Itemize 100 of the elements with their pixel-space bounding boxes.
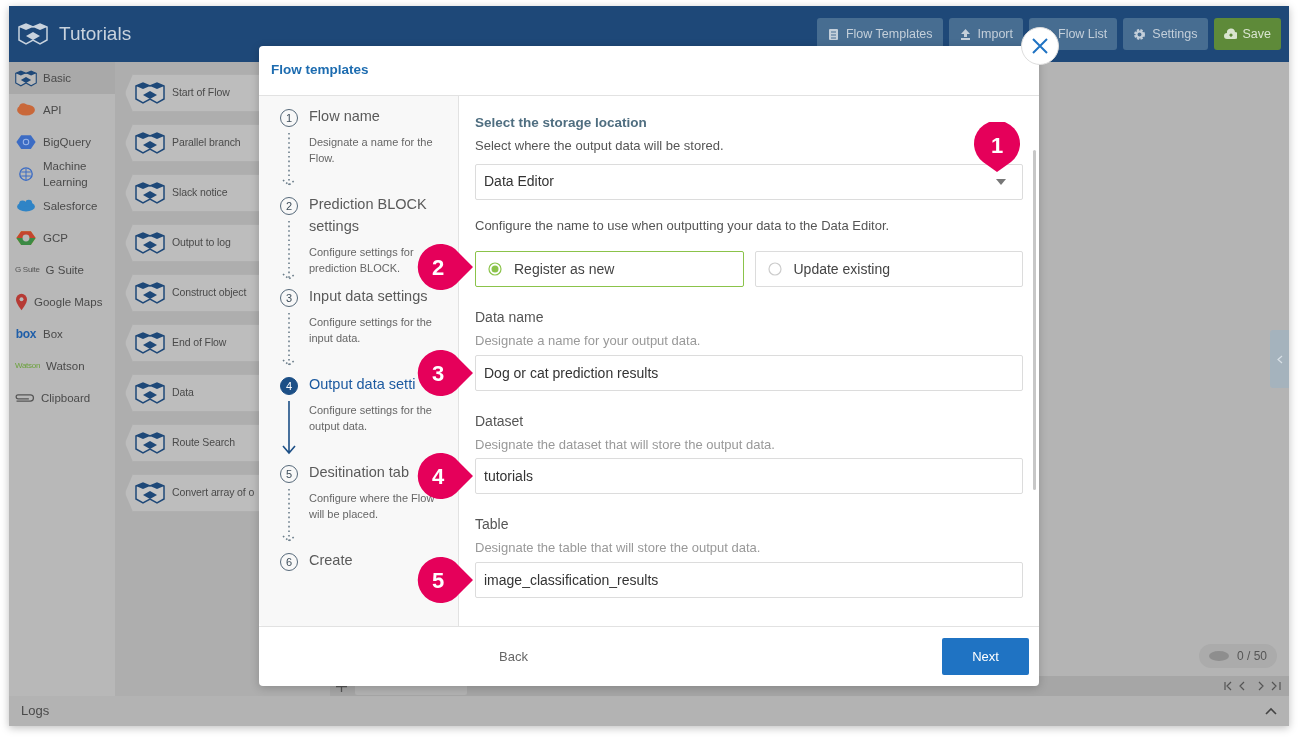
category-item[interactable]: Google Maps	[9, 286, 115, 318]
category-label: Basic	[43, 70, 72, 86]
category-item[interactable]: BigQuery	[9, 126, 115, 158]
radio-option[interactable]: Update existing	[754, 251, 1023, 288]
cube-icon	[134, 331, 166, 355]
text-field[interactable]: tutorials	[475, 458, 1023, 495]
chevron-left-icon	[1276, 354, 1283, 364]
app-title: Tutorials	[59, 21, 132, 46]
category-label: G Suite	[45, 262, 84, 278]
block-label: Slack notice	[172, 185, 228, 201]
category-item[interactable]: G Suite G Suite	[9, 254, 115, 286]
category-item[interactable]: Watson Watson	[9, 350, 115, 382]
category-item[interactable]: Clipboard	[9, 382, 115, 414]
cube-icon	[134, 81, 166, 105]
radio-button[interactable]	[488, 262, 502, 277]
next-button[interactable]: Next	[942, 638, 1029, 675]
settings-icon	[1133, 27, 1147, 41]
block-label: End of Flow	[172, 335, 227, 351]
step-title[interactable]: Output data setti	[309, 374, 416, 396]
radio-button[interactable]	[767, 262, 782, 277]
cube-icon	[15, 69, 37, 87]
category-item[interactable]: API	[9, 94, 115, 126]
category-item[interactable]: Basic	[9, 62, 115, 94]
category-label: GCP	[43, 230, 68, 246]
step-title[interactable]: Create	[309, 550, 353, 572]
tab-navigation-icon[interactable]	[1223, 681, 1283, 691]
callout-marker: 3	[415, 349, 473, 396]
category-item[interactable]: GCP	[9, 222, 115, 254]
block-tile[interactable]: Parallel branch	[125, 124, 259, 162]
block-tile[interactable]: Output to log	[125, 224, 259, 262]
block-label: Construct object	[172, 285, 247, 301]
block-tile[interactable]: Construct object	[125, 274, 259, 312]
cloud-upload-icon	[1223, 27, 1237, 41]
panel-toggle[interactable]	[1270, 330, 1289, 388]
radio-option[interactable]: Register as new	[475, 251, 744, 288]
category-item[interactable]: Salesforce	[9, 190, 115, 222]
field-label: Table	[475, 515, 509, 535]
storage-select[interactable]: Data Editor	[475, 163, 1023, 200]
template-icon	[826, 27, 840, 41]
cube-icon	[134, 181, 166, 205]
block-label: Route Search	[172, 435, 235, 451]
step-description: Configure settings for the output data.	[309, 402, 433, 435]
logo-icon: Watson	[15, 360, 41, 372]
block-label: Convert array of o	[172, 485, 255, 501]
caret-icon	[996, 178, 1006, 185]
logs-label: Logs	[21, 702, 50, 721]
logo-icon: box	[15, 325, 37, 343]
step-number: 4	[280, 377, 298, 395]
category-label: Watson	[46, 358, 85, 374]
cube-icon	[134, 281, 166, 305]
text-field[interactable]: Dog or cat prediction results	[475, 354, 1023, 391]
category-label: Box	[43, 326, 63, 342]
block-tile[interactable]: Convert array of o	[125, 474, 259, 512]
field-hint: Designate the table that will store the output data.	[475, 539, 761, 558]
block-tile[interactable]: Route Search	[125, 424, 259, 462]
step-title[interactable]: Prediction BLOCK settings	[309, 194, 458, 238]
section-description: Select where the output data will be stored.	[475, 137, 724, 156]
step-description: Configure where the Flow will be placed.	[309, 490, 436, 523]
block-tile[interactable]: Slack notice	[125, 174, 259, 212]
callout-marker: 2	[415, 244, 473, 291]
callout-marker: 5	[415, 556, 473, 603]
toolbar-button[interactable]: Save	[1213, 18, 1281, 50]
chevron-up-icon[interactable]	[1265, 707, 1277, 715]
section-title: Select the storage location	[475, 114, 648, 132]
step-description: Configure settings for the input data.	[309, 314, 433, 347]
category-label: Clipboard	[41, 390, 91, 406]
block-tile[interactable]: Start of Flow	[125, 74, 259, 112]
text-field[interactable]: image_classification_results	[475, 561, 1023, 598]
field-hint: Designate the dataset that will store the output data.	[475, 435, 775, 454]
logs-bar[interactable]: Logs	[9, 696, 1289, 726]
step-connector-arrow	[282, 131, 296, 187]
scrollbar-thumb[interactable]	[1033, 150, 1036, 490]
category-label: Salesforce	[43, 198, 98, 214]
step-connector-arrow	[282, 311, 296, 367]
toolbar-button[interactable]: Settings	[1123, 18, 1208, 50]
cube-icon	[134, 481, 166, 505]
cube-icon	[134, 231, 166, 255]
step-title[interactable]: Flow name	[309, 106, 380, 128]
block-tile[interactable]: End of Flow	[125, 324, 259, 362]
cube-icon	[134, 431, 166, 455]
field-hint: Designate a name for your output data.	[475, 332, 701, 351]
logo-icon: G Suite	[15, 264, 40, 276]
block-label: Parallel branch	[172, 135, 241, 151]
block-tile[interactable]: Data	[125, 374, 259, 412]
paperclip-icon	[15, 393, 35, 403]
block-label: Start of Flow	[172, 85, 230, 101]
cube-icon	[134, 131, 166, 155]
counter-text: 0 / 50	[1236, 648, 1267, 665]
close-icon	[1032, 38, 1048, 54]
callout-marker: 1	[973, 121, 1021, 173]
category-item[interactable]: box Box	[9, 318, 115, 350]
app-logo-icon	[17, 22, 49, 46]
back-button[interactable]: Back	[499, 646, 528, 667]
capsule-icon	[1208, 651, 1229, 661]
step-connector-arrow	[282, 219, 296, 281]
step-title[interactable]: Desitination tab	[309, 462, 409, 484]
configure-text: Configure the name to use when outputting your data to the Data Editor.	[475, 216, 890, 235]
step-description: Designate a name for the Flow.	[309, 134, 434, 167]
step-connector-arrow	[282, 487, 296, 543]
category-item[interactable]: Machine Learning	[9, 158, 115, 190]
